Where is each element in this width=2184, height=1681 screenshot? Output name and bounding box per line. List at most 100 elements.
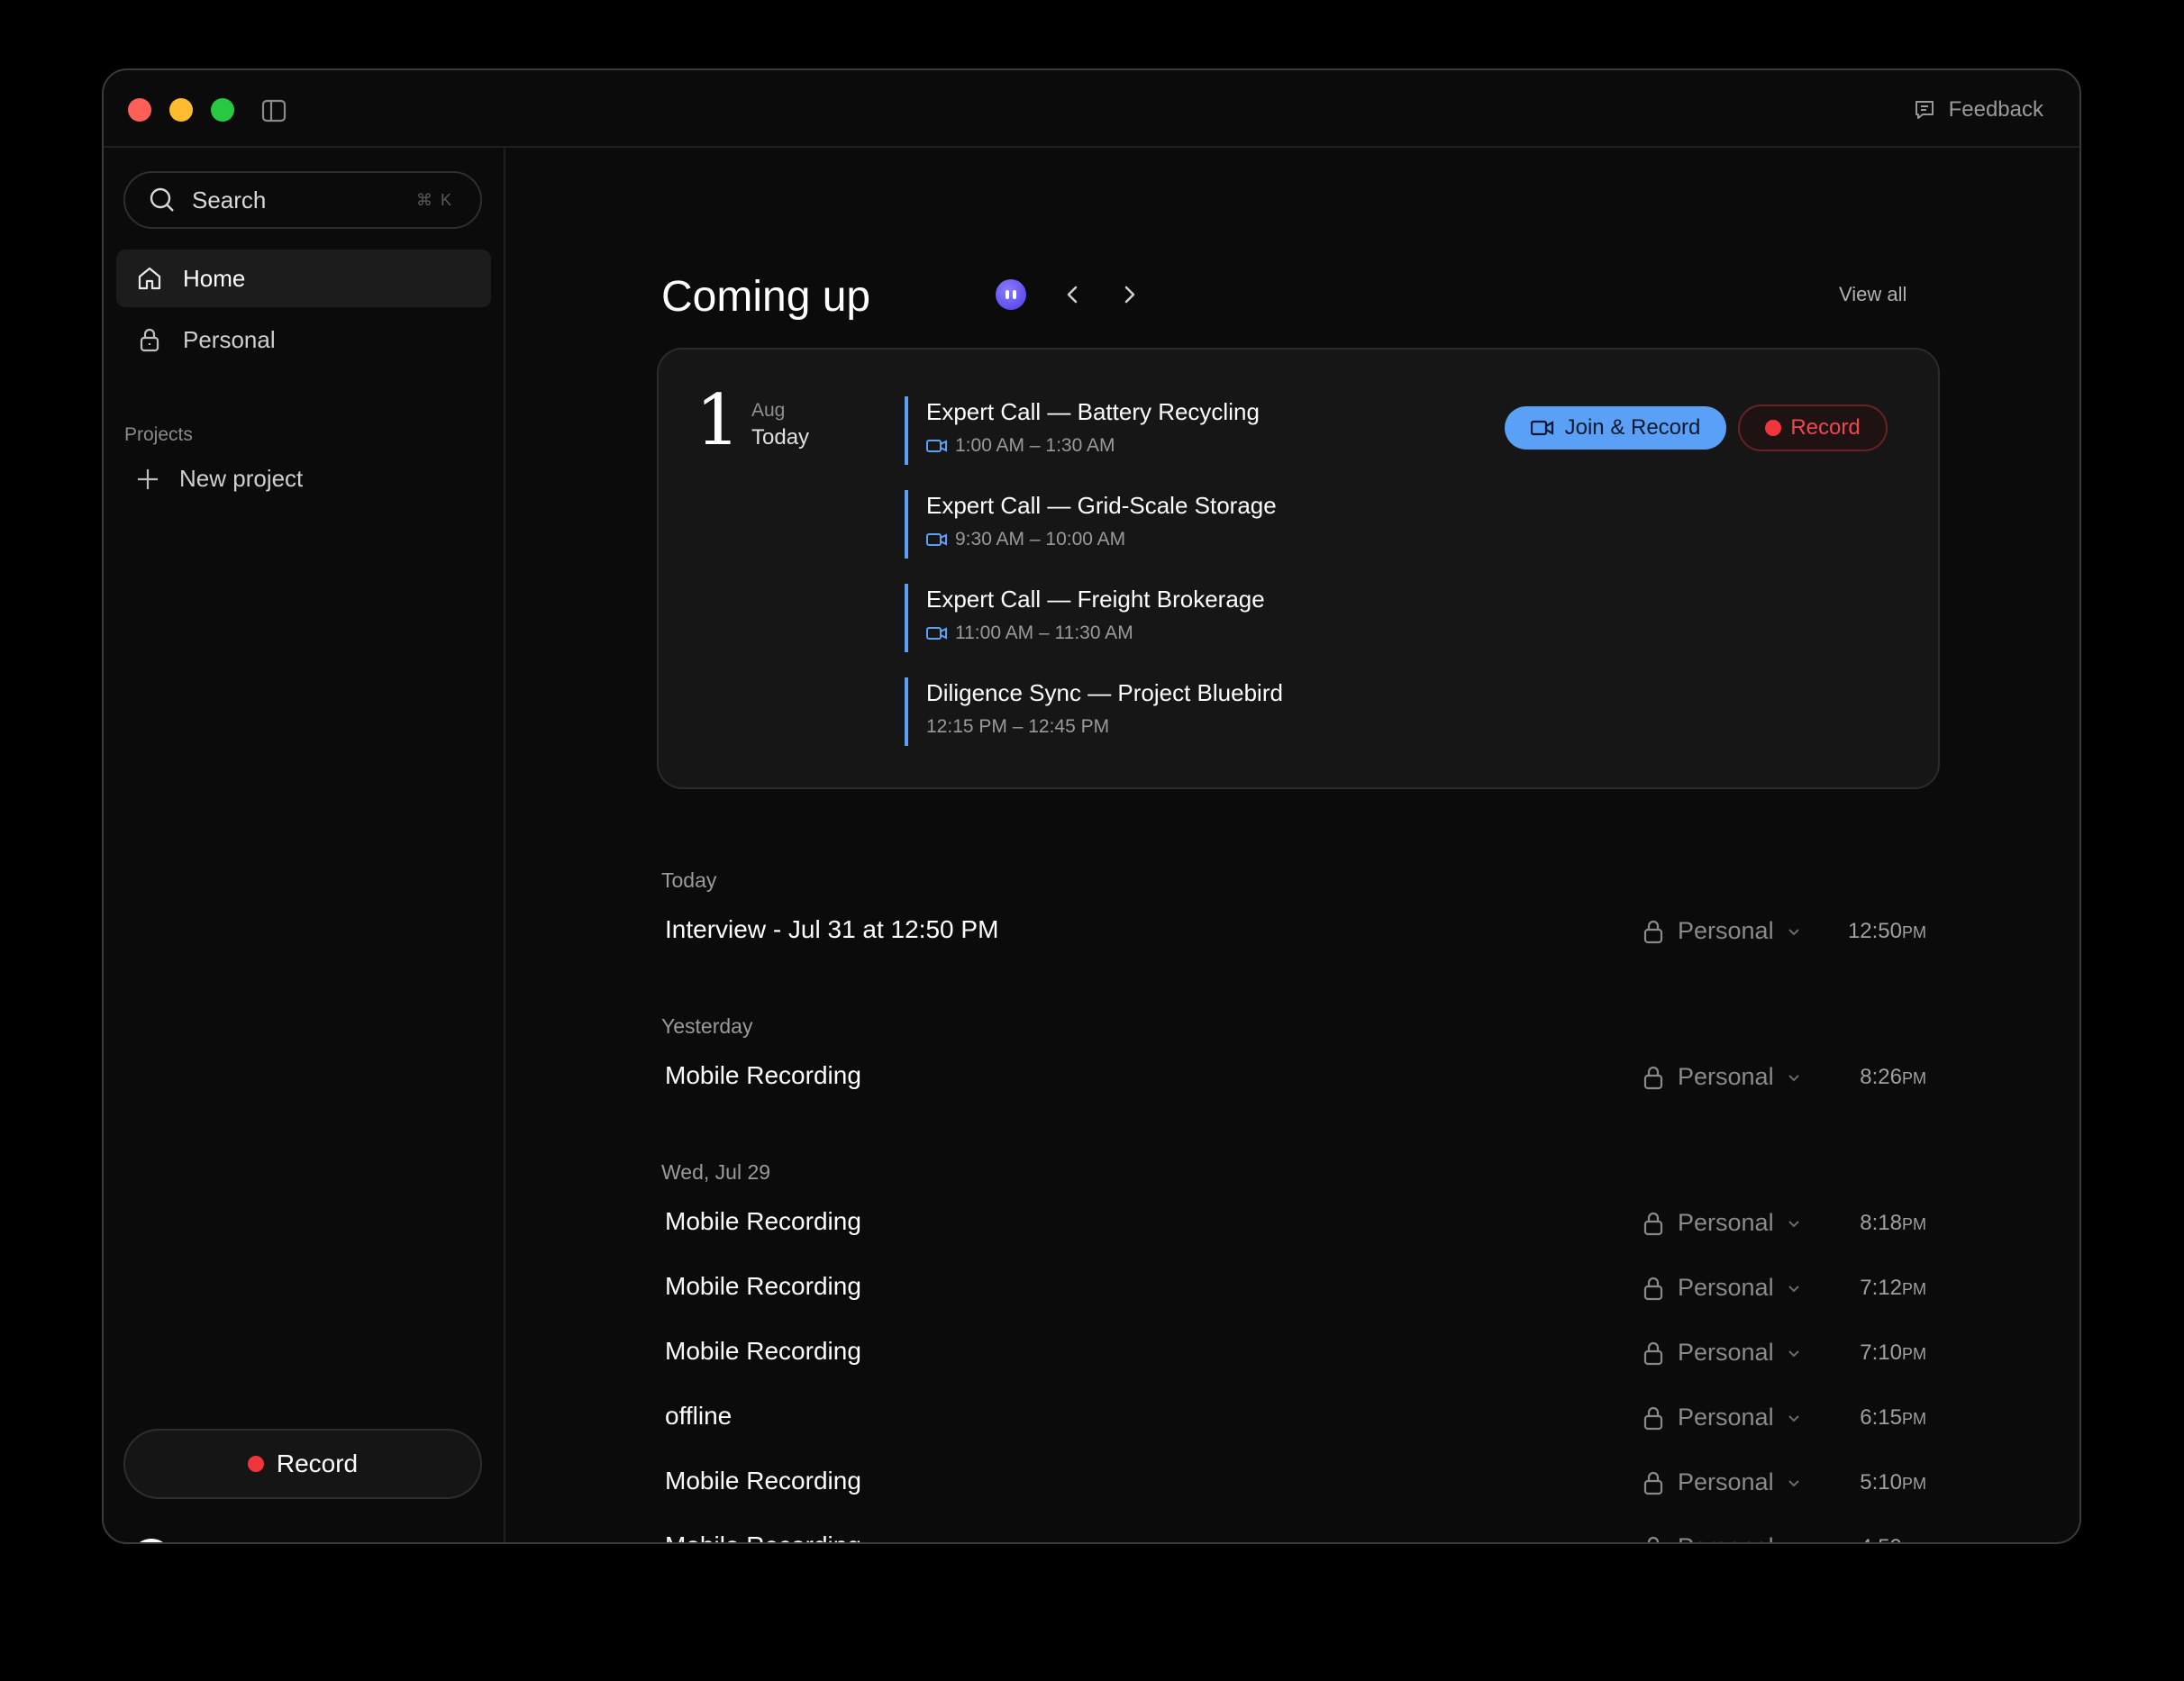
recording-title: Mobile Recording	[665, 1531, 861, 1542]
record-dot-icon	[247, 1456, 264, 1472]
recording-row[interactable]: Mobile Recording Personal 8:18PM	[661, 1196, 1939, 1249]
event-item[interactable]: Expert Call — Grid-Scale Storage 9:30 AM…	[905, 490, 1277, 559]
group-label-today: Today	[661, 868, 717, 892]
assistant-icon[interactable]	[996, 279, 1026, 310]
recording-time: 12:50PM	[1847, 919, 1926, 943]
chevron-down-icon	[1788, 1220, 1799, 1227]
day-month: Aug	[751, 400, 786, 421]
project-name: Personal	[1678, 1533, 1774, 1542]
project-selector[interactable]: Personal	[1642, 1274, 1801, 1302]
recording-time: 7:12PM	[1860, 1276, 1926, 1300]
recording-row[interactable]: Interview - Jul 31 at 12:50 PM Personal …	[661, 904, 1939, 957]
recording-title: Mobile Recording	[665, 1337, 861, 1365]
recording-row[interactable]: Mobile Recording Personal 8:26PM	[661, 1050, 1939, 1103]
chevron-left-icon[interactable]	[1062, 281, 1084, 313]
sidebar-toggle-icon[interactable]	[261, 98, 287, 128]
event-item[interactable]: Expert Call — Freight Brokerage 11:00 AM…	[905, 584, 1265, 652]
record-label: Record	[276, 1449, 359, 1477]
chevron-down-icon	[1788, 1074, 1799, 1081]
recording-row[interactable]: Mobile Recording Personal 7:10PM	[661, 1326, 1939, 1378]
join-and-record-button[interactable]: Join & Record	[1505, 406, 1726, 450]
feedback-button[interactable]: Feedback	[1913, 94, 2043, 126]
event-title: Expert Call — Grid-Scale Storage	[926, 492, 1277, 519]
event-time: 11:00 AM – 11:30 AM	[955, 622, 1133, 643]
event-time: 1:00 AM – 1:30 AM	[955, 435, 1115, 456]
event-item[interactable]: Diligence Sync — Project Bluebird 12:15 …	[905, 677, 1283, 746]
lock-icon	[1643, 1066, 1663, 1089]
project-name: Personal	[1678, 1209, 1774, 1236]
event-title: Expert Call — Freight Brokerage	[926, 586, 1265, 613]
chevron-down-icon	[1788, 928, 1799, 935]
group-label-date: Wed, Jul 29	[661, 1160, 771, 1184]
upcoming-events-card: 1 Aug Today Expert Call — Battery Recycl…	[657, 348, 1940, 789]
recording-title: Mobile Recording	[665, 1061, 861, 1089]
project-selector[interactable]: Personal	[1642, 1209, 1801, 1237]
event-title: Expert Call — Battery Recycling	[926, 398, 1260, 425]
chevron-down-icon	[1788, 1285, 1799, 1292]
main-content: Coming up View all 1 Aug Today Expert Ca…	[505, 148, 2079, 1542]
event-item[interactable]: Expert Call — Battery Recycling 1:00 AM …	[905, 396, 1260, 465]
project-selector[interactable]: Personal	[1642, 917, 1801, 945]
recording-time: 8:26PM	[1860, 1065, 1926, 1089]
sidebar-record-button[interactable]: Record	[123, 1429, 482, 1499]
page-title: Coming up	[661, 273, 871, 321]
event-time: 12:15 PM – 12:45 PM	[926, 716, 1110, 737]
chevron-right-icon[interactable]	[1118, 281, 1140, 313]
search-icon	[150, 187, 174, 212]
lock-icon	[1647, 1536, 1660, 1542]
recording-time: 6:15PM	[1860, 1405, 1926, 1430]
lock-icon	[140, 328, 159, 352]
recording-title: Mobile Recording	[665, 1272, 861, 1300]
view-all-link[interactable]: View all	[1839, 283, 1906, 306]
recording-row[interactable]: Mobile Recording Personal 4:59PM	[661, 1521, 1939, 1542]
event-time: 9:30 AM – 10:00 AM	[955, 529, 1126, 550]
new-project-label: New project	[179, 465, 304, 492]
titlebar: Feedback	[104, 70, 2079, 148]
recording-title: Interview - Jul 31 at 12:50 PM	[665, 915, 999, 943]
feedback-label: Feedback	[1948, 97, 2043, 122]
projects-heading: Projects	[124, 424, 193, 445]
project-selector[interactable]: Personal	[1642, 1339, 1801, 1367]
search-shortcut: ⌘ K	[415, 190, 453, 209]
sidebar: Search ⌘ K Home Personal Projects New pr…	[104, 148, 505, 1542]
video-camera-icon	[926, 440, 947, 452]
recording-title: Mobile Recording	[665, 1207, 861, 1235]
recording-time: 8:18PM	[1860, 1211, 1926, 1235]
project-selector[interactable]: Personal	[1642, 1404, 1801, 1431]
recording-row[interactable]: Mobile Recording Personal 5:10PM	[661, 1456, 1939, 1508]
project-selector[interactable]: Personal	[1642, 1533, 1801, 1542]
day-label: Today	[751, 425, 810, 450]
record-event-button[interactable]: Record	[1738, 404, 1888, 451]
search-input[interactable]: Search ⌘ K	[123, 171, 482, 229]
avatar[interactable]: I	[131, 1539, 172, 1542]
group-label-yesterday: Yesterday	[661, 1014, 753, 1038]
home-icon	[138, 267, 161, 290]
recording-time: 4:59PM	[1860, 1535, 1926, 1542]
sidebar-item-personal[interactable]: Personal	[116, 311, 491, 368]
recording-time: 5:10PM	[1860, 1470, 1926, 1495]
close-window-button[interactable]	[128, 98, 151, 122]
project-name: Personal	[1678, 1404, 1774, 1431]
app-window: Feedback Search ⌘ K Home Personal Projec…	[102, 68, 2081, 1544]
project-selector[interactable]: Personal	[1642, 1063, 1801, 1091]
lock-icon	[1643, 1212, 1663, 1235]
sidebar-item-home[interactable]: Home	[116, 250, 491, 307]
join-and-record-label: Join & Record	[1564, 415, 1701, 440]
project-selector[interactable]: Personal	[1642, 1468, 1801, 1496]
lock-icon	[1643, 1341, 1663, 1365]
recording-row[interactable]: offline Personal 6:15PM	[661, 1391, 1939, 1443]
recording-row[interactable]: Mobile Recording Personal 7:12PM	[661, 1261, 1939, 1313]
sidebar-item-label: Personal	[183, 325, 276, 353]
chevron-down-icon	[1788, 1349, 1799, 1357]
plus-icon	[138, 468, 158, 489]
chevron-down-icon	[1788, 1479, 1799, 1486]
search-placeholder: Search	[192, 186, 267, 214]
recording-time: 7:10PM	[1860, 1340, 1926, 1365]
lock-icon	[1643, 920, 1663, 943]
recording-title: Mobile Recording	[665, 1467, 861, 1495]
minimize-window-button[interactable]	[169, 98, 193, 122]
maximize-window-button[interactable]	[211, 98, 234, 122]
lock-icon	[1643, 1471, 1663, 1495]
chevron-down-icon	[1788, 1414, 1799, 1422]
new-project-button[interactable]: New project	[136, 465, 303, 493]
